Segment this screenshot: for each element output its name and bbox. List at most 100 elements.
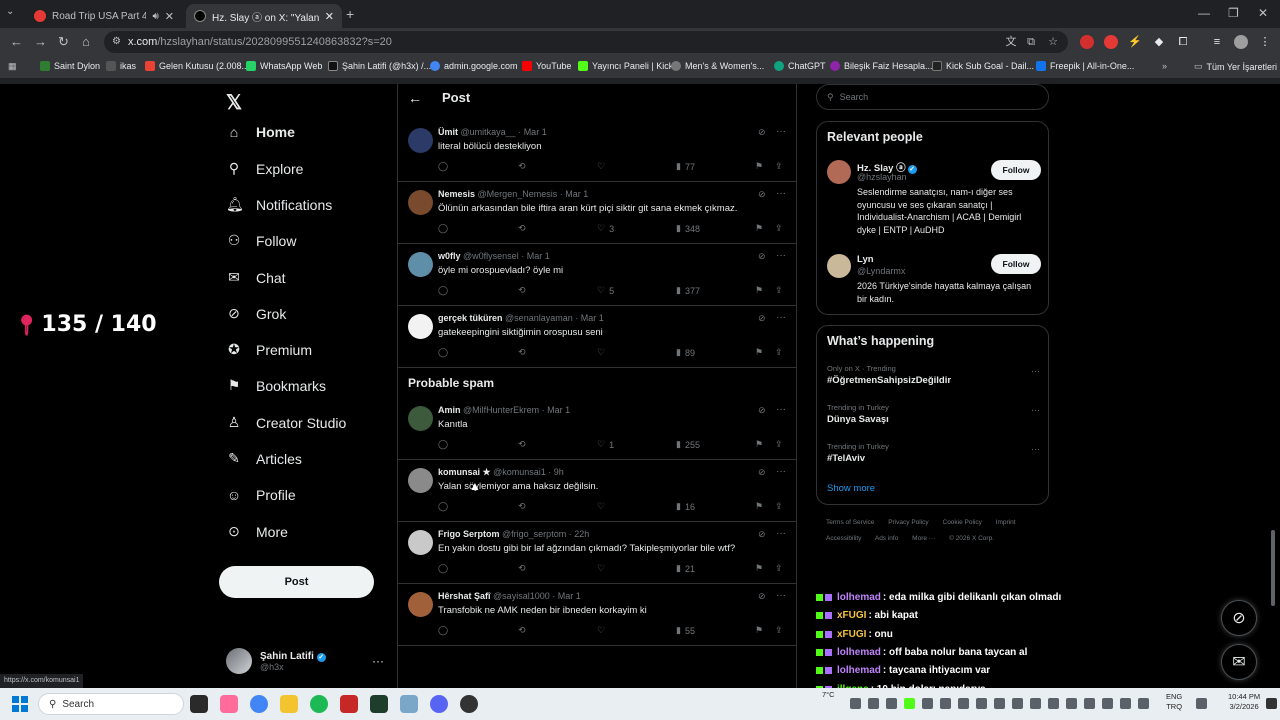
reply-row[interactable]: Hêrshat Şafî @sayisal1000 · Mar 1 Transfo…	[398, 584, 796, 646]
tray-icon[interactable]	[1120, 698, 1131, 709]
all-bookmarks-folder[interactable]: ▭ Tüm Yer İşaretleri	[1194, 61, 1277, 72]
share-action[interactable]: ⇪	[775, 563, 783, 574]
grok-icon[interactable]: ⊘	[758, 591, 766, 602]
footer-link[interactable]: Imprint	[996, 519, 1016, 526]
app-icon[interactable]	[370, 695, 388, 713]
more-icon[interactable]: ···	[776, 188, 786, 199]
bookmark-item[interactable]: YouTube	[522, 61, 571, 71]
tray-icon[interactable]	[1048, 698, 1059, 709]
more-icon[interactable]: ···	[776, 250, 786, 261]
nav-premium[interactable]: ✪ Premium	[226, 341, 312, 358]
like-action[interactable]: ♡ 3	[597, 223, 614, 234]
bookmark-item[interactable]: WhatsApp Web	[246, 61, 322, 71]
apps-icon[interactable]: ▦	[8, 61, 17, 72]
steam-icon[interactable]	[1084, 698, 1095, 709]
follow-button[interactable]: Follow	[991, 160, 1041, 180]
spotify-icon[interactable]	[310, 695, 328, 713]
home-icon[interactable]: ⌂	[82, 34, 90, 49]
close-tab-icon[interactable]: ✕	[165, 10, 174, 23]
repost-action[interactable]: ⟲	[518, 347, 526, 358]
repost-action[interactable]: ⟲	[518, 223, 526, 234]
x-logo-icon[interactable]: 𝕏	[226, 90, 242, 115]
views-action[interactable]: ▮ 377	[676, 285, 700, 296]
trend-item[interactable]: Only on X · Trending #ÖğretmenSahipsizDe…	[827, 364, 1041, 386]
views-action[interactable]: ▮ 77	[676, 161, 695, 172]
bookmark-item[interactable]: Freepik | All-in-One...	[1036, 61, 1134, 71]
messages-fab-icon[interactable]: ✉	[1221, 644, 1257, 680]
tray-icon[interactable]	[994, 698, 1005, 709]
tray-icon[interactable]	[904, 698, 915, 709]
reply-action[interactable]: ◯	[438, 161, 448, 172]
bookmark-action[interactable]: ⚑	[755, 501, 763, 512]
show-more-link[interactable]: Show more	[827, 483, 875, 494]
share-action[interactable]: ⇪	[775, 223, 783, 234]
reply-action[interactable]: ◯	[438, 563, 448, 574]
tray-icon[interactable]	[1030, 698, 1041, 709]
like-action[interactable]: ♡	[597, 625, 609, 636]
share-action[interactable]: ⇪	[775, 347, 783, 358]
author-name[interactable]: Ümit	[438, 127, 458, 137]
nav-follow[interactable]: ⚇ Follow	[226, 232, 297, 249]
profile-avatar[interactable]	[1234, 35, 1248, 49]
author-name[interactable]: Amin	[438, 405, 461, 415]
tray-icon[interactable]	[1138, 698, 1149, 709]
footer-link[interactable]: Terms of Service	[826, 519, 874, 526]
more-icon[interactable]: ···	[776, 126, 786, 137]
site-info-icon[interactable]: ⚙	[112, 36, 121, 47]
nav-explore[interactable]: ⚲ Explore	[226, 160, 304, 177]
reply-time[interactable]: Mar 1	[524, 127, 547, 137]
repost-action[interactable]: ⟲	[518, 285, 526, 296]
trend-item[interactable]: Trending in Turkey #TelAviv ···	[827, 442, 1041, 464]
reply-action[interactable]: ◯	[438, 501, 448, 512]
author-name[interactable]: Hêrshat Şafî	[438, 591, 491, 601]
nav-notifications[interactable]: 🔔︎ Notifications	[226, 196, 332, 213]
new-tab-icon[interactable]: +	[346, 6, 354, 22]
bookmark-item[interactable]: admin.google.com	[430, 61, 518, 71]
reply-row[interactable]: Nemesis @Mergen_Nemesis · Mar 1 Ölünün ar…	[398, 182, 796, 244]
grok-icon[interactable]: ⊘	[758, 251, 766, 262]
windows-start-icon[interactable]	[12, 696, 28, 712]
bookmark-item[interactable]: Gelen Kutusu (2.008...	[145, 61, 249, 71]
bookmark-action[interactable]: ⚑	[755, 563, 763, 574]
bookmark-item[interactable]: Saint Dylon	[40, 61, 100, 71]
avatar[interactable]	[408, 190, 433, 215]
follow-button[interactable]: Follow	[991, 254, 1041, 274]
app-icon[interactable]	[220, 695, 238, 713]
views-action[interactable]: ▮ 89	[676, 347, 695, 358]
wifi-icon[interactable]	[1196, 698, 1207, 709]
grok-icon[interactable]: ⊘	[758, 189, 766, 200]
tray-icon[interactable]	[976, 698, 987, 709]
clock[interactable]: 10:44 PM 3/2/2026	[1228, 692, 1260, 712]
views-action[interactable]: ▮ 16	[676, 501, 695, 512]
reply-action[interactable]: ◯	[438, 625, 448, 636]
reply-action[interactable]: ◯	[438, 285, 448, 296]
avatar[interactable]	[408, 252, 433, 277]
grok-icon[interactable]: ⊘	[758, 313, 766, 324]
nav-profile[interactable]: ☺ Profile	[226, 487, 296, 503]
more-icon[interactable]: ···	[372, 654, 384, 668]
share-action[interactable]: ⇪	[775, 501, 783, 512]
avatar[interactable]	[827, 254, 851, 278]
reply-time[interactable]: 22h	[574, 529, 589, 539]
tray-icon[interactable]	[1066, 698, 1077, 709]
weather-widget[interactable]: 7°C	[822, 690, 835, 700]
views-action[interactable]: ▮ 21	[676, 563, 695, 574]
back-arrow-icon[interactable]: ←	[408, 90, 422, 106]
grok-icon[interactable]: ⊘	[758, 405, 766, 416]
grok-fab-icon[interactable]: ⊘	[1221, 600, 1257, 636]
like-action[interactable]: ♡	[597, 501, 609, 512]
bookmark-action[interactable]: ⚑	[755, 285, 763, 296]
reply-time[interactable]: Mar 1	[527, 251, 550, 261]
bookmark-item[interactable]: Şahin Latifi (@h3x) /...	[328, 61, 431, 71]
reload-icon[interactable]: ↻	[58, 34, 69, 50]
obs-icon[interactable]	[460, 695, 478, 713]
reply-action[interactable]: ◯	[438, 347, 448, 358]
avatar[interactable]	[827, 160, 851, 184]
language-indicator[interactable]: ENG TRQ	[1166, 692, 1182, 712]
install-app-icon[interactable]: ⧉	[1024, 35, 1038, 49]
reply-time[interactable]: Mar 1	[547, 405, 570, 415]
more-icon[interactable]: ···	[776, 404, 786, 415]
share-action[interactable]: ⇪	[775, 439, 783, 450]
footer-link[interactable]: More ···	[912, 535, 935, 542]
app-icon[interactable]	[400, 695, 418, 713]
